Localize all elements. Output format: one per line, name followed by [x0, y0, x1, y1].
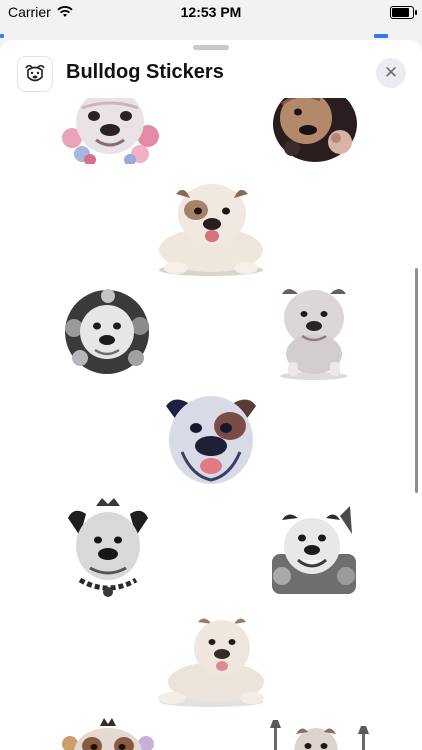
sticker-bulldog-crown-chain[interactable] [64, 496, 152, 600]
bulldog-app-icon [17, 56, 53, 92]
sticker-bulldog-cream-lying[interactable] [156, 612, 266, 708]
scrollbar[interactable] [415, 268, 418, 493]
background-app-edge [0, 34, 4, 38]
sticker-bulldog-grey-flowers[interactable] [62, 288, 152, 376]
sticker-bulldog-fawn-lying[interactable] [156, 178, 266, 278]
sticker-bulldog-blue-face[interactable] [162, 392, 260, 488]
bulldog-cream-lying-art [158, 618, 264, 707]
status-bar: Carrier 12:53 PM [0, 0, 422, 24]
bulldog-sketch-smiling-art [272, 506, 356, 594]
close-button[interactable]: ✕ [376, 58, 406, 88]
bulldog-crown-chain-art [68, 498, 148, 597]
sheet-title: Bulldog Stickers [66, 61, 224, 83]
bulldog-grey-flowers-art [65, 289, 149, 374]
bulldog-blue-face-art [166, 396, 256, 484]
sticker-bulldog-crown-partial[interactable] [60, 716, 156, 750]
sheet-header: Bulldog Stickers ✕ [0, 54, 422, 92]
battery-icon [390, 5, 417, 19]
sticker-bulldog-street-lamp-partial[interactable] [268, 716, 372, 750]
background-app-edge-right [374, 34, 388, 38]
sheet-grabber[interactable] [193, 45, 229, 50]
sticker-bulldog-sketch-smiling[interactable] [270, 504, 358, 596]
bulldog-street-lamp-partial-art [270, 720, 369, 750]
sticker-grid [0, 40, 422, 750]
status-time: 12:53 PM [180, 4, 242, 20]
close-icon: ✕ [383, 63, 399, 82]
bulldog-crown-partial-art [62, 718, 154, 750]
sticker-bulldog-white-standing[interactable] [274, 284, 354, 380]
bulldog-face-icon [25, 64, 45, 82]
bulldog-fawn-lying-art [159, 184, 263, 276]
sticker-sheet: Bulldog Stickers ✕ [0, 40, 422, 750]
battery-fill [392, 7, 409, 17]
bulldog-white-standing-art [280, 289, 348, 380]
